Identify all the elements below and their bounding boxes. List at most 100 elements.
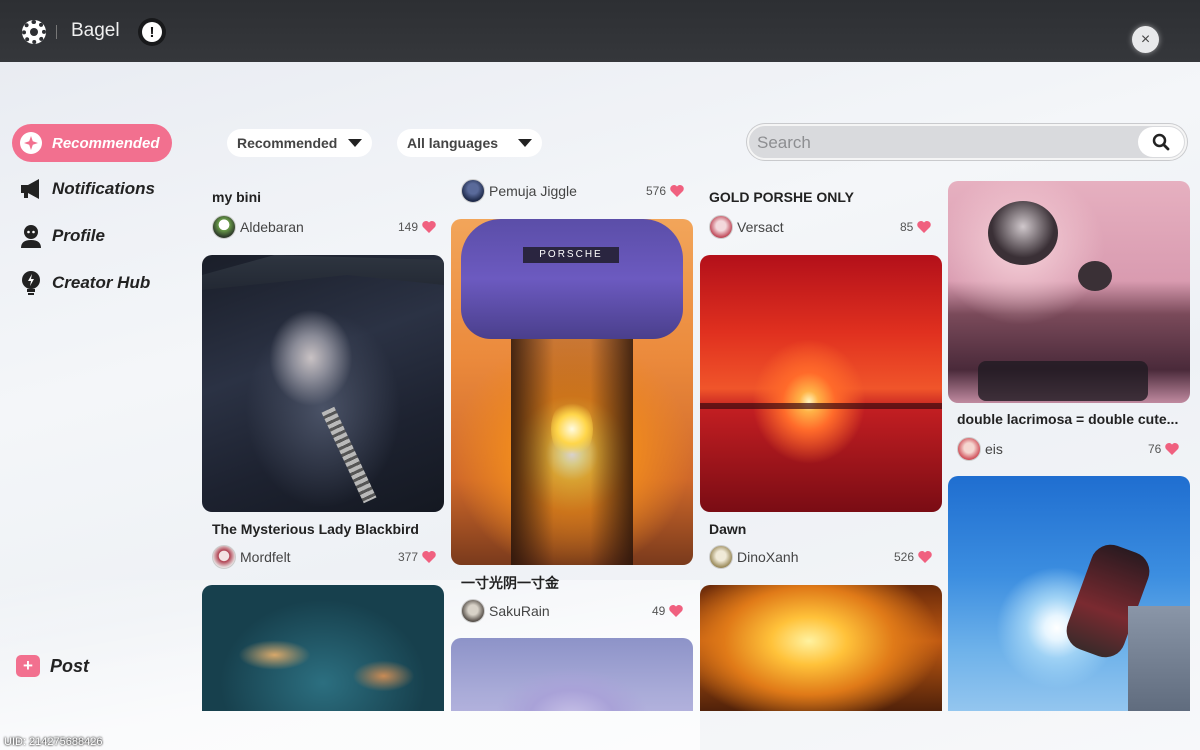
search-bar <box>747 124 1187 160</box>
post-image-lacrimosa[interactable] <box>948 181 1190 403</box>
divider <box>56 25 57 39</box>
post-author[interactable]: DinoXanh <box>709 545 799 569</box>
author-name: Aldebaran <box>240 219 304 235</box>
search-input[interactable] <box>757 132 1137 154</box>
like-count-value: 149 <box>398 220 419 234</box>
creature-shape <box>988 201 1058 265</box>
author-name: Versact <box>737 219 784 235</box>
plus-icon: + <box>16 655 40 677</box>
like-count[interactable]: 377 <box>398 549 437 565</box>
post-author[interactable]: Mordfelt <box>212 545 291 569</box>
post-title[interactable]: my bini <box>212 189 261 205</box>
like-count[interactable]: 76 <box>1148 441 1180 457</box>
post-author[interactable]: Aldebaran <box>212 215 304 239</box>
sidebar-item-label: Creator Hub <box>52 273 151 292</box>
creature-small-shape <box>1078 261 1112 291</box>
avatar <box>461 179 485 203</box>
avatar <box>212 545 236 569</box>
jacket-shape <box>461 219 683 339</box>
language-dropdown-value: All languages <box>407 135 499 151</box>
avatar <box>709 545 733 569</box>
avatar <box>212 215 236 239</box>
sort-dropdown[interactable]: Recommended <box>227 129 372 157</box>
like-count[interactable]: 85 <box>900 219 932 235</box>
settings-gear-icon[interactable] <box>22 20 46 44</box>
language-dropdown[interactable]: All languages <box>397 129 542 157</box>
search-button[interactable] <box>1138 127 1184 157</box>
heart-icon <box>918 551 932 563</box>
sun-glow <box>551 399 593 459</box>
post-label: Post <box>50 655 90 676</box>
like-count-value: 526 <box>894 550 915 564</box>
uid-label: UID: 214275688426 <box>4 736 103 748</box>
post-title[interactable]: Dawn <box>709 521 746 537</box>
chevron-down-icon <box>348 139 362 147</box>
avatar <box>957 437 981 461</box>
like-count-value: 49 <box>652 604 666 618</box>
post-image-dawn[interactable] <box>700 255 942 512</box>
author-name: DinoXanh <box>737 549 799 565</box>
horizon-shape <box>700 403 942 409</box>
post-title[interactable]: GOLD PORSHE ONLY <box>709 189 854 205</box>
post-title[interactable]: The Mysterious Lady Blackbird <box>212 521 419 537</box>
post-image-shark[interactable] <box>202 585 444 711</box>
chevron-down-icon <box>518 139 532 147</box>
like-count[interactable]: 49 <box>652 603 684 619</box>
user-icon <box>18 223 44 249</box>
like-count-value: 377 <box>398 550 419 564</box>
jacket-logo: PORSCHE <box>523 247 619 263</box>
sidebar-item-creator-hub[interactable]: Creator Hub <box>12 264 172 302</box>
post-title[interactable]: 一寸光阴一寸金 <box>461 573 559 593</box>
search-icon <box>1152 133 1170 151</box>
building-shape <box>1128 606 1190 711</box>
window-shape <box>978 361 1148 401</box>
author-name: Pemuja Jiggle <box>489 183 577 199</box>
heart-icon <box>1165 443 1180 455</box>
sidebar-item-profile[interactable]: Profile <box>12 217 172 255</box>
post-image-golden-hall[interactable] <box>700 585 942 711</box>
sort-dropdown-value: Recommended <box>237 135 338 151</box>
author-name: Mordfelt <box>240 549 291 565</box>
heart-icon <box>669 605 684 617</box>
like-count-value: 85 <box>900 220 914 234</box>
post-button[interactable]: + Post <box>16 655 89 677</box>
post-author[interactable]: Versact <box>709 215 784 239</box>
post-image-lady-blackbird[interactable] <box>202 255 444 512</box>
sidebar-item-label: Recommended <box>52 134 160 152</box>
alert-icon[interactable]: ! <box>138 18 166 46</box>
heart-icon <box>422 551 436 563</box>
post-title[interactable]: double lacrimosa = double cute... <box>957 411 1178 427</box>
avatar <box>461 599 485 623</box>
post-author[interactable]: Pemuja Jiggle <box>461 179 577 203</box>
hat-shape <box>202 255 444 290</box>
sparkle-icon <box>18 130 44 156</box>
post-author[interactable]: SakuRain <box>461 599 550 623</box>
megaphone-icon <box>18 176 44 202</box>
sidebar-item-recommended[interactable]: Recommended <box>12 124 172 162</box>
like-count-value: 576 <box>646 184 667 198</box>
alert-icon-glyph: ! <box>142 22 162 42</box>
heart-icon <box>917 221 932 233</box>
sidebar-item-notifications[interactable]: Notifications <box>12 170 172 208</box>
close-button[interactable]: × <box>1132 26 1159 53</box>
post-feed: my bini Aldebaran 149 The Mysterious Lad… <box>200 178 1200 711</box>
app-title: Bagel <box>71 20 120 41</box>
lightbulb-icon <box>18 270 44 296</box>
post-image-sky-leap[interactable] <box>948 476 1190 711</box>
like-count-value: 76 <box>1148 442 1162 456</box>
top-bar: Bagel ! × <box>0 0 1200 62</box>
chain-shape <box>321 406 377 504</box>
like-count[interactable]: 526 <box>894 549 933 565</box>
post-author[interactable]: eis <box>957 437 1003 461</box>
sidebar-item-label: Profile <box>52 226 105 245</box>
heart-icon <box>422 221 436 233</box>
post-image-blossom[interactable] <box>451 638 693 711</box>
like-count[interactable]: 576 <box>646 183 685 199</box>
author-name: SakuRain <box>489 603 550 619</box>
like-count[interactable]: 149 <box>398 219 437 235</box>
sidebar-item-label: Notifications <box>52 179 155 198</box>
avatar <box>709 215 733 239</box>
author-name: eis <box>985 441 1003 457</box>
post-image-porsche[interactable]: PORSCHE <box>451 219 693 565</box>
heart-icon <box>670 185 684 197</box>
